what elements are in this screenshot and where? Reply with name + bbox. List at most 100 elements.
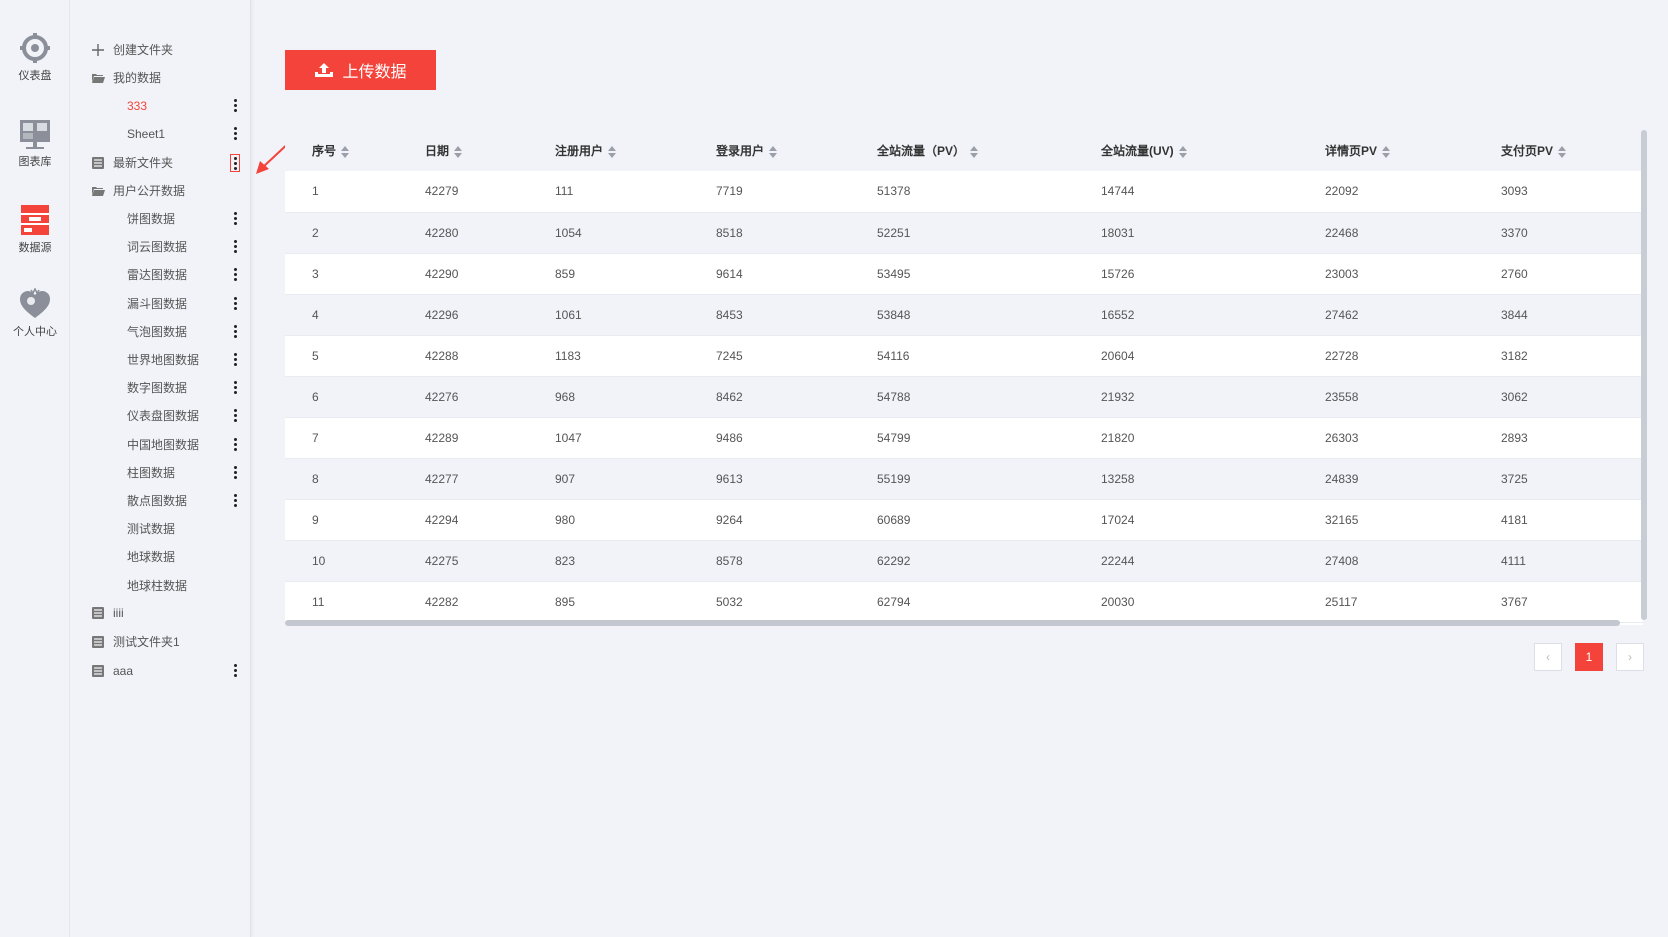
rail-item-dashboard[interactable]: 仪表盘 [0, 32, 70, 83]
table-cell: 8462 [716, 389, 743, 404]
more-options-icon[interactable] [230, 98, 240, 114]
table-cell: 1054 [555, 225, 582, 240]
column-header[interactable]: 全站流量（PV） [850, 130, 1074, 171]
column-header[interactable]: 日期 [398, 130, 528, 171]
folder-public-data[interactable]: 用户公开数据 [71, 177, 251, 205]
tree-item-public-data[interactable]: 地球数据 [71, 543, 251, 571]
table-row: 11 42282 895 5032 62794 20030 25117 3767 [285, 581, 1643, 622]
table-cell: 54788 [877, 389, 911, 404]
nav-rail: 仪表盘 图表库 数据源 个人中心 [0, 0, 70, 937]
table-cell: 14744 [1101, 184, 1135, 199]
more-options-icon[interactable] [230, 296, 240, 312]
sort-arrows-icon[interactable] [769, 145, 778, 158]
tree-item-public-data[interactable]: 散点图数据 [71, 487, 251, 515]
upload-data-button[interactable]: 上传数据 [285, 50, 436, 90]
tree-item-public-data[interactable]: 词云图数据 [71, 233, 251, 261]
table-row: 4 42296 1061 8453 53848 16552 27462 3844 [285, 294, 1643, 335]
tree-item-public-data[interactable]: 仪表盘图数据 [71, 402, 251, 430]
folder-open-icon [91, 71, 105, 85]
more-options-icon[interactable] [230, 239, 240, 255]
table-cell: 8 [312, 471, 319, 486]
sort-arrows-icon[interactable] [1178, 145, 1187, 158]
folder-aaa[interactable]: aaa [71, 657, 251, 685]
folder-test-folder-1[interactable]: 测试文件夹1 [71, 628, 251, 656]
next-page-button[interactable]: › [1616, 643, 1644, 671]
tree-item-public-data[interactable]: 雷达图数据 [71, 261, 251, 289]
more-options-icon[interactable] [230, 437, 240, 453]
column-header[interactable]: 支付页PV [1474, 130, 1643, 171]
column-header[interactable]: 注册用户 [528, 130, 689, 171]
tree-item-public-data[interactable]: 饼图数据 [71, 205, 251, 233]
create-folder-button[interactable]: 创建文件夹 [71, 36, 251, 64]
horizontal-scrollbar[interactable] [285, 620, 1620, 626]
table-row: 5 42288 1183 7245 54116 20604 22728 3182 [285, 335, 1643, 376]
tree-item-sheet1[interactable]: Sheet1 [71, 120, 251, 148]
column-header[interactable]: 详情页PV [1298, 130, 1474, 171]
table-cell: 27462 [1325, 307, 1359, 322]
rail-item-data-source[interactable]: 数据源 [0, 204, 70, 255]
table-cell: 27408 [1325, 553, 1359, 568]
table-cell: 32165 [1325, 512, 1359, 527]
tree-item-public-data[interactable]: 气泡图数据 [71, 318, 251, 346]
folder-label: iiii [113, 606, 124, 620]
more-options-icon[interactable] [230, 663, 240, 679]
column-header[interactable]: 序号 [285, 130, 398, 171]
table-cell: 907 [555, 471, 576, 486]
column-header[interactable]: 全站流量(UV) [1074, 130, 1298, 171]
rail-item-chart-library[interactable]: 图表库 [0, 118, 70, 169]
sort-arrows-icon[interactable] [1558, 145, 1567, 158]
table-cell: 3093 [1501, 184, 1528, 199]
rail-label: 图表库 [18, 156, 52, 168]
more-options-icon[interactable] [230, 324, 240, 340]
table-cell: 9486 [716, 430, 743, 445]
table-cell: 42279 [425, 184, 459, 199]
more-options-icon[interactable] [230, 352, 240, 368]
more-options-icon[interactable] [230, 126, 240, 142]
table-cell: 3725 [1501, 471, 1528, 486]
upload-cloud-icon [314, 61, 334, 79]
tree-item-public-data[interactable]: 柱图数据 [71, 459, 251, 487]
table-cell: 895 [555, 594, 576, 609]
more-options-icon[interactable] [230, 465, 240, 481]
sort-arrows-icon[interactable] [608, 145, 617, 158]
page-button-current[interactable]: 1 [1575, 643, 1603, 671]
sort-arrows-icon[interactable] [341, 145, 350, 158]
column-header-label: 全站流量（PV） [877, 144, 966, 158]
list-folder-icon [91, 635, 105, 649]
more-options-icon[interactable] [230, 493, 240, 509]
table-cell: 53848 [877, 307, 911, 322]
table-cell: 23003 [1325, 266, 1359, 281]
tree-item-public-data[interactable]: 地球柱数据 [71, 572, 251, 600]
column-header[interactable]: 登录用户 [689, 130, 850, 171]
tree-item-public-data[interactable]: 测试数据 [71, 515, 251, 543]
tree-item-public-data[interactable]: 漏斗图数据 [71, 290, 251, 318]
folder-my-data[interactable]: 我的数据 [71, 64, 251, 92]
more-options-icon[interactable] [230, 267, 240, 283]
table-cell: 2760 [1501, 266, 1528, 281]
more-options-icon[interactable] [230, 408, 240, 424]
table-cell: 22244 [1101, 553, 1135, 568]
more-options-icon[interactable] [230, 211, 240, 227]
table-cell: 968 [555, 389, 576, 404]
table-row: 9 42294 980 9264 60689 17024 32165 4181 [285, 499, 1643, 540]
folder-iiii[interactable]: iiii [71, 599, 251, 627]
table-cell: 18031 [1101, 225, 1135, 240]
tree-item-public-data[interactable]: 世界地图数据 [71, 346, 251, 374]
tree-item-public-data[interactable]: 中国地图数据 [71, 431, 251, 459]
tree-item-public-data[interactable]: 数字图数据 [71, 374, 251, 402]
prev-page-button[interactable]: ‹ [1534, 643, 1562, 671]
folder-latest[interactable]: 最新文件夹 [71, 149, 251, 177]
more-options-icon-highlighted[interactable] [230, 154, 240, 172]
rail-item-personal-center[interactable]: 个人中心 [0, 287, 70, 339]
sort-arrows-icon[interactable] [970, 145, 979, 158]
tree-item-333[interactable]: 333 [71, 92, 251, 120]
more-options-icon[interactable] [230, 380, 240, 396]
table-row: 1 42279 111 7719 51378 14744 22092 3093 [285, 171, 1643, 212]
table-cell: 2 [312, 225, 319, 240]
sort-arrows-icon[interactable] [1382, 145, 1391, 158]
sort-arrows-icon[interactable] [454, 145, 463, 158]
table-cell: 20604 [1101, 348, 1135, 363]
table-cell: 42296 [425, 307, 459, 322]
vertical-scrollbar[interactable] [1641, 130, 1647, 620]
tree-item-label: 雷达图数据 [127, 268, 188, 283]
